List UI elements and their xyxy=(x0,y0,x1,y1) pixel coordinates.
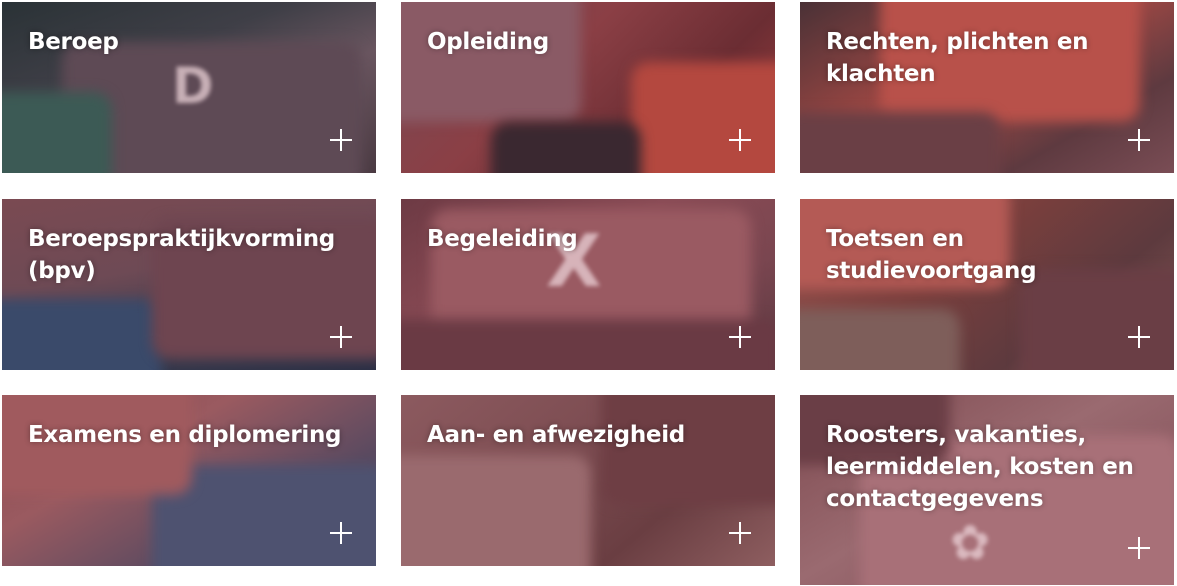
tile-begeleiding[interactable]: X Begeleiding xyxy=(401,199,775,370)
tile-beroepspraktijkvorming[interactable]: Beroepspraktijkvorming (bpv) xyxy=(2,199,376,370)
tile-title: Begeleiding xyxy=(427,226,578,252)
tile-opleiding[interactable]: Opleiding xyxy=(401,2,775,173)
keycap-shape xyxy=(800,112,1000,173)
plus-icon[interactable] xyxy=(330,522,352,544)
tile-roosters-vakanties-leermiddelen[interactable]: ✿ Roosters, vakanties, leermiddelen, kos… xyxy=(800,395,1174,585)
tile-title: Rechten, plichten en klachten xyxy=(826,29,1089,87)
plus-icon[interactable] xyxy=(330,326,352,348)
tile-title: Beroep xyxy=(28,29,119,55)
keycap-shape xyxy=(800,309,960,370)
plus-icon[interactable] xyxy=(1128,129,1150,151)
keycap-shape xyxy=(491,122,641,173)
plus-icon[interactable] xyxy=(330,129,352,151)
tile-title: Examens en diplomering xyxy=(28,422,342,448)
plus-icon[interactable] xyxy=(729,129,751,151)
plus-icon[interactable] xyxy=(729,522,751,544)
tile-title: Aan- en afwezigheid xyxy=(427,422,685,448)
keycap-shape xyxy=(401,2,581,122)
tile-title: Beroepspraktijkvorming (bpv) xyxy=(28,226,335,284)
plus-icon[interactable] xyxy=(1128,537,1150,559)
plus-icon[interactable] xyxy=(729,326,751,348)
keycap-shape xyxy=(2,92,112,173)
tile-aan-afwezigheid[interactable]: Aan- en afwezigheid xyxy=(401,395,775,566)
tile-rechten-plichten-klachten[interactable]: Rechten, plichten en klachten xyxy=(800,2,1174,173)
keycap-shape xyxy=(631,62,775,173)
tile-toetsen-studievoortgang[interactable]: Toetsen en studievoortgang xyxy=(800,199,1174,370)
plus-icon[interactable] xyxy=(1128,326,1150,348)
keycap-shape xyxy=(401,319,775,370)
keycap-glyph: D xyxy=(172,57,214,115)
keycap-shape xyxy=(2,299,162,370)
tile-title: Toetsen en studievoortgang xyxy=(826,226,1037,284)
topic-tile-grid: D Beroep Opleiding Rechten, plichten en … xyxy=(0,0,1177,586)
tile-title: Opleiding xyxy=(427,29,549,55)
keycap-glyph: ✿ xyxy=(950,515,991,571)
tile-beroep[interactable]: D Beroep xyxy=(2,2,376,173)
keycap-shape xyxy=(401,455,591,566)
tile-examens-diplomering[interactable]: Examens en diplomering xyxy=(2,395,376,566)
tile-title: Roosters, vakanties, leermiddelen, koste… xyxy=(826,422,1134,512)
